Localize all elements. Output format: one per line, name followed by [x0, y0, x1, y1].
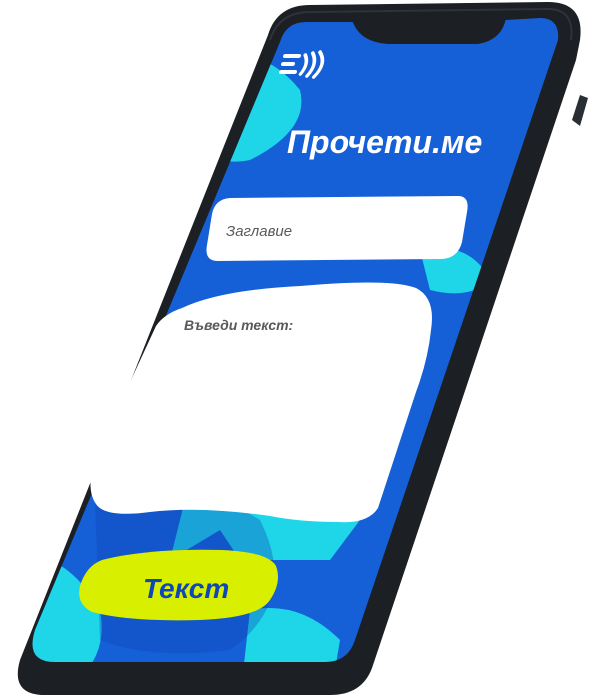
phone-mockup-scene: Прочети.ме Заглавие Въведи текст: Текст — [17, 2, 588, 695]
screen-notch — [352, 18, 506, 44]
app-title: Прочети.ме — [287, 124, 482, 160]
text-button[interactable]: Текст — [79, 549, 278, 621]
text-input-area[interactable]: Въведи текст: — [90, 282, 432, 523]
text-input-placeholder: Въведи текст: — [184, 317, 293, 333]
text-button-label: Текст — [143, 573, 229, 604]
title-field[interactable]: Заглавие — [206, 196, 468, 261]
title-field-placeholder: Заглавие — [226, 223, 292, 240]
